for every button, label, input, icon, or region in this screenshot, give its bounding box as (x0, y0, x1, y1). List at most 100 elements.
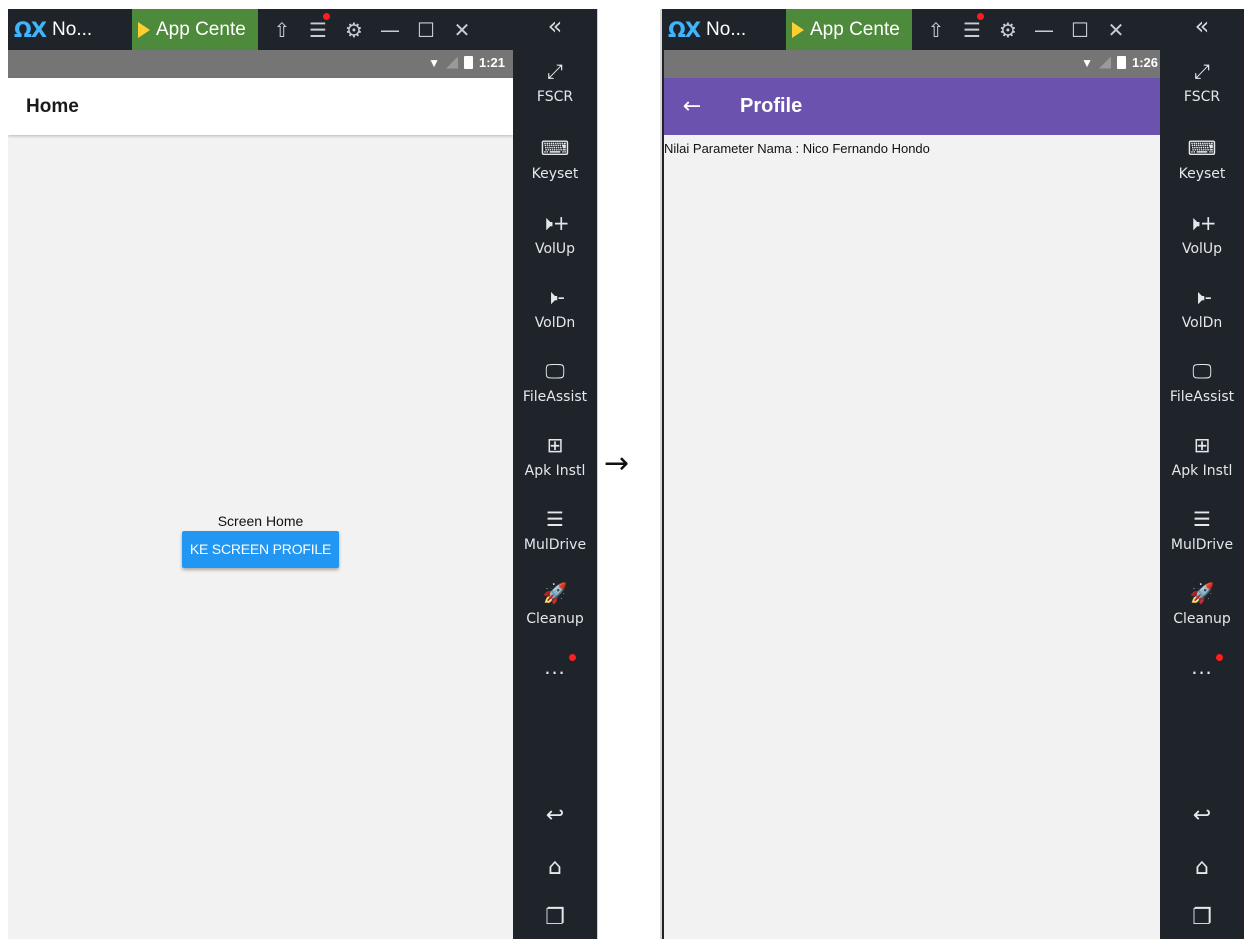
sidebar-item-label: MulDrive (1170, 537, 1234, 553)
sidebar-item-label: Cleanup (526, 611, 584, 627)
maximize-icon[interactable]: ☐ (1062, 9, 1098, 50)
play-store-icon (138, 21, 150, 38)
sidebar-item-label: VolDn (1181, 315, 1223, 331)
battery-icon (463, 56, 473, 69)
shirt-icon[interactable]: ⇧ (264, 9, 300, 50)
notification-dot (569, 654, 576, 661)
home-icon[interactable]: ⌂ (1160, 855, 1244, 880)
nox-logo[interactable]: ΩX No... (668, 18, 747, 42)
shirt-icon[interactable]: ⇧ (918, 9, 954, 50)
app-center-tab[interactable]: App Cente (132, 9, 258, 50)
sidebar-item-label: VolUp (534, 241, 576, 257)
sidebar-item-label: Keyset (1178, 166, 1226, 182)
title-bar: ΩX No... App Cente ⇧ ☰ ⚙ — ☐ ✕ (662, 9, 1160, 50)
emulator-window-profile: ΩX No... App Cente ⇧ ☰ ⚙ — ☐ ✕ ▼ 1:26 ← (662, 9, 1244, 939)
app-bar: Home (8, 78, 513, 135)
apk-install-icon: ⊞ (546, 433, 564, 457)
volume-down-icon: 🕨- (1192, 285, 1212, 309)
signal-icon (445, 56, 458, 69)
rocket-icon: 🚀 (1189, 581, 1215, 605)
sidebar-item-label: Keyset (531, 166, 579, 182)
nox-logo-icon: ΩX (14, 18, 47, 42)
notification-dot (1216, 654, 1223, 661)
fullscreen-icon: ⤢ (547, 59, 563, 83)
rocket-icon: 🚀 (542, 581, 568, 605)
sidebar-item-keyset[interactable]: ⌨ Keyset (513, 136, 597, 184)
status-time: 1:26 (1131, 55, 1158, 70)
ke-screen-profile-button[interactable]: KE SCREEN PROFILE (181, 531, 340, 568)
play-store-icon (792, 21, 804, 38)
notification-dot (977, 13, 984, 20)
app-center-tab[interactable]: App Cente (786, 9, 912, 50)
gear-icon[interactable]: ⚙ (990, 9, 1026, 50)
signal-icon (1098, 56, 1111, 69)
home-icon[interactable]: ⌂ (513, 855, 597, 880)
sidebar-item-voldn[interactable]: 🕨- VolDn (1160, 285, 1244, 333)
sidebar-item-label: FileAssist (522, 389, 588, 405)
transition-arrow: → (604, 446, 630, 481)
sidebar-item-fileassist[interactable]: 🖵 FileAssist (513, 359, 597, 407)
nox-logo-icon: ΩX (668, 18, 701, 42)
monitor-icon: 🖵 (1192, 359, 1212, 383)
multi-drive-icon: ☰ (1193, 507, 1211, 531)
sidebar-item-cleanup[interactable]: 🚀 Cleanup (513, 581, 597, 629)
gear-icon[interactable]: ⚙ (336, 9, 372, 50)
wifi-icon: ▼ (1081, 55, 1093, 70)
multi-drive-icon: ☰ (546, 507, 564, 531)
sidebar-item-muldrive[interactable]: ☰ MulDrive (513, 507, 597, 555)
sidebar-item-fscr[interactable]: ⤢ FSCR (1160, 59, 1244, 107)
more-icon[interactable]: ... (1160, 654, 1244, 680)
sidebar-item-keyset[interactable]: ⌨ Keyset (1160, 136, 1244, 184)
page-title: Profile (740, 95, 803, 117)
volume-down-icon: 🕨- (545, 285, 565, 309)
sidebar-item-voldn[interactable]: 🕨- VolDn (513, 285, 597, 333)
close-icon[interactable]: ✕ (444, 9, 480, 50)
sidebar-item-muldrive[interactable]: ☰ MulDrive (1160, 507, 1244, 555)
window-title: No... (706, 19, 747, 40)
title-bar: ΩX No... App Cente ⇧ ☰ ⚙ — ☐ ✕ (8, 9, 513, 50)
sidebar-item-label: FSCR (536, 89, 574, 105)
minimize-icon[interactable]: — (372, 9, 408, 50)
sidebar-item-label: Apk Instl (524, 463, 586, 479)
window-title: No... (52, 19, 93, 40)
recents-icon[interactable]: ❐ (1160, 905, 1244, 930)
volume-up-icon: 🕨+ (1187, 211, 1217, 235)
menu-icon[interactable]: ☰ (954, 9, 990, 50)
minimize-icon[interactable]: — (1026, 9, 1062, 50)
sidebar-item-apk-instl[interactable]: ⊞ Apk Instl (513, 433, 597, 481)
emulator-sidebar: « ⤢ FSCR ⌨ Keyset 🕨+ VolUp 🕨- VolDn 🖵 Fi… (513, 9, 597, 939)
keyboard-icon: ⌨ (1187, 136, 1217, 160)
more-icon[interactable]: ... (513, 654, 597, 680)
sidebar-item-volup[interactable]: 🕨+ VolUp (513, 211, 597, 259)
back-icon[interactable]: ↩ (513, 803, 597, 828)
android-screen: ▼ 1:26 ← Profile Nilai Parameter Nama : … (664, 50, 1166, 939)
maximize-icon[interactable]: ☐ (408, 9, 444, 50)
status-bar: ▼ 1:21 (8, 50, 513, 78)
back-icon[interactable]: ↩ (1160, 803, 1244, 828)
app-center-label: App Cente (810, 18, 900, 40)
nox-logo[interactable]: ΩX No... (14, 18, 93, 42)
sidebar-item-label: FileAssist (1169, 389, 1235, 405)
sidebar-item-cleanup[interactable]: 🚀 Cleanup (1160, 581, 1244, 629)
sidebar-item-volup[interactable]: 🕨+ VolUp (1160, 211, 1244, 259)
status-time: 1:21 (478, 55, 505, 70)
app-center-label: App Cente (156, 18, 246, 40)
back-arrow-icon[interactable]: ← (664, 94, 720, 119)
sidebar-item-label: Cleanup (1173, 611, 1231, 627)
collapse-icon[interactable]: « (1160, 12, 1244, 40)
sidebar-item-apk-instl[interactable]: ⊞ Apk Instl (1160, 433, 1244, 481)
fullscreen-icon: ⤢ (1194, 59, 1210, 83)
recents-icon[interactable]: ❐ (513, 905, 597, 930)
status-bar: ▼ 1:26 (664, 50, 1166, 78)
menu-icon[interactable]: ☰ (300, 9, 336, 50)
screen-home-text: Screen Home (217, 513, 304, 529)
sidebar-item-fileassist[interactable]: 🖵 FileAssist (1160, 359, 1244, 407)
sidebar-item-label: VolDn (534, 315, 576, 331)
sidebar-item-fscr[interactable]: ⤢ FSCR (513, 59, 597, 107)
close-icon[interactable]: ✕ (1098, 9, 1134, 50)
page-title: Home (26, 95, 79, 117)
wifi-icon: ▼ (428, 55, 440, 70)
keyboard-icon: ⌨ (540, 136, 570, 160)
volume-up-icon: 🕨+ (540, 211, 570, 235)
collapse-icon[interactable]: « (513, 12, 597, 40)
